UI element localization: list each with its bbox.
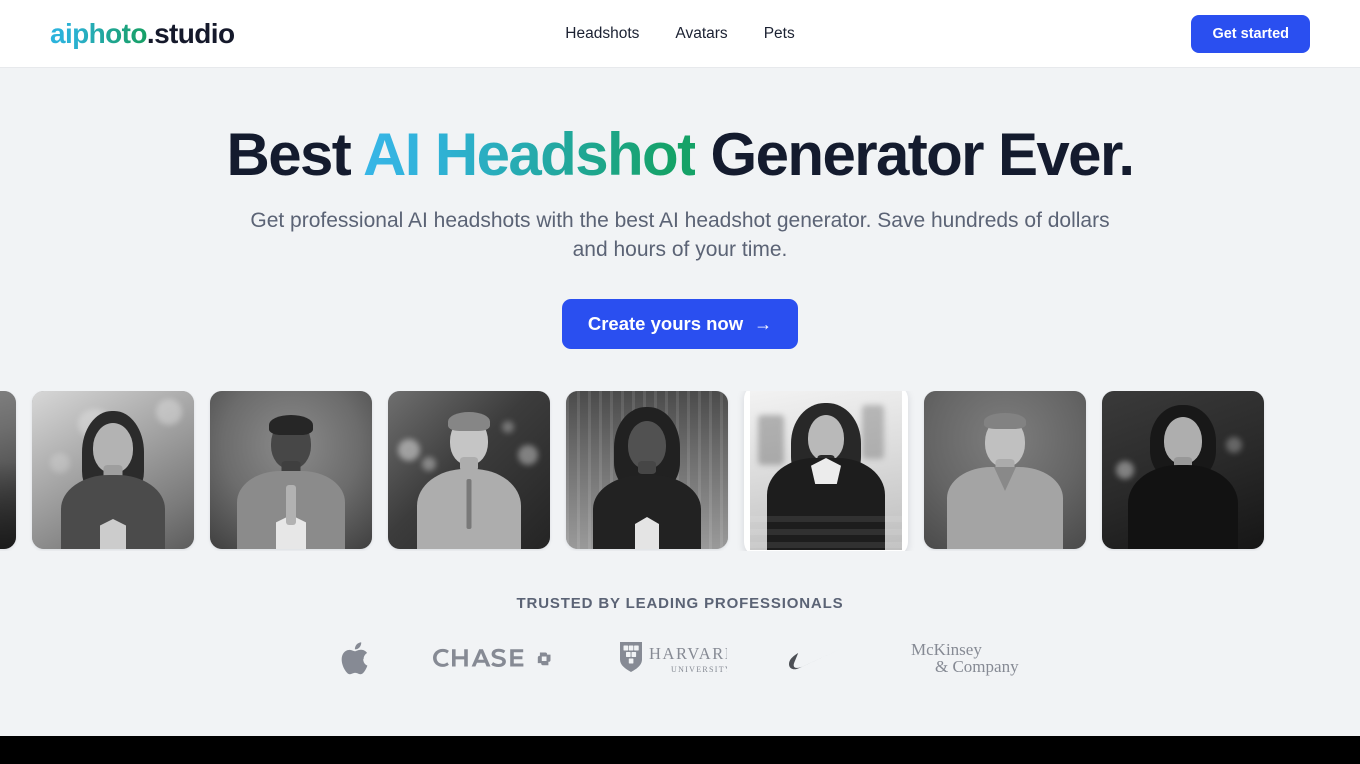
gallery-photo-card[interactable] bbox=[1102, 390, 1264, 549]
svg-text:UNIVERSITY: UNIVERSITY bbox=[671, 665, 727, 674]
gallery-photo-card[interactable] bbox=[32, 390, 194, 549]
brand-logo-row: HARVARD UNIVERSITY McKinsey & Company bbox=[0, 636, 1360, 680]
harvard-logo-icon: HARVARD UNIVERSITY bbox=[617, 639, 727, 677]
title-segment-plain-leading: Best bbox=[226, 121, 364, 188]
get-started-button[interactable]: Get started bbox=[1191, 14, 1310, 53]
trusted-by-label: TRUSTED BY LEADING PROFESSIONALS bbox=[516, 594, 844, 612]
gallery-photo-card[interactable] bbox=[924, 390, 1086, 549]
logo-mark-text: aiphoto bbox=[50, 17, 147, 49]
main-navigation: Headshots Avatars Pets bbox=[565, 25, 794, 43]
photo-gallery bbox=[0, 390, 1360, 551]
hero-section: Best AI Headshot Generator Ever. Get pro… bbox=[0, 68, 1360, 680]
svg-text:HARVARD: HARVARD bbox=[649, 644, 727, 663]
site-header: aiphoto.studio Headshots Avatars Pets Ge… bbox=[0, 0, 1360, 68]
chase-logo-icon bbox=[433, 645, 555, 671]
site-footer bbox=[0, 736, 1360, 764]
hero-subtitle: Get professional AI headshots with the b… bbox=[250, 209, 1110, 261]
nike-swoosh-icon bbox=[789, 646, 845, 670]
trusted-by-section: TRUSTED BY LEADING PROFESSIONALS HARVAR … bbox=[0, 595, 1360, 680]
gallery-photo-card-featured[interactable] bbox=[744, 390, 908, 551]
portrait-photo bbox=[924, 390, 1086, 549]
portrait-photo bbox=[0, 390, 16, 549]
arrow-right-icon: → bbox=[754, 313, 773, 334]
hero-cta-label: Create yours now bbox=[587, 312, 744, 334]
apple-logo-icon bbox=[341, 640, 371, 676]
portrait-photo bbox=[750, 390, 902, 550]
portrait-photo bbox=[388, 390, 550, 549]
gallery-photo-card[interactable] bbox=[0, 390, 16, 549]
hero-cta-container: Create yours now → bbox=[0, 298, 1360, 349]
mckinsey-logo-icon: McKinsey & Company bbox=[907, 638, 1019, 678]
title-segment-plain-trailing: Generator Ever. bbox=[695, 121, 1136, 188]
gallery-photo-card[interactable] bbox=[210, 390, 372, 549]
nav-link-avatars[interactable]: Avatars bbox=[675, 25, 727, 43]
nav-link-pets[interactable]: Pets bbox=[764, 25, 795, 43]
nav-link-headshots[interactable]: Headshots bbox=[565, 25, 639, 43]
page-title: Best AI Headshot Generator Ever. bbox=[0, 125, 1360, 185]
logo-tld-text: .studio bbox=[146, 17, 235, 49]
portrait-photo bbox=[32, 390, 194, 549]
site-logo[interactable]: aiphoto.studio bbox=[50, 17, 235, 49]
portrait-photo bbox=[1102, 390, 1264, 549]
portrait-photo bbox=[566, 390, 728, 549]
gallery-photo-card[interactable] bbox=[566, 390, 728, 549]
gallery-photo-card[interactable] bbox=[388, 390, 550, 549]
portrait-photo bbox=[210, 390, 372, 549]
title-segment-gradient: AI Headshot bbox=[363, 121, 697, 188]
create-yours-now-button[interactable]: Create yours now → bbox=[561, 298, 799, 349]
svg-text:& Company: & Company bbox=[935, 657, 1019, 676]
